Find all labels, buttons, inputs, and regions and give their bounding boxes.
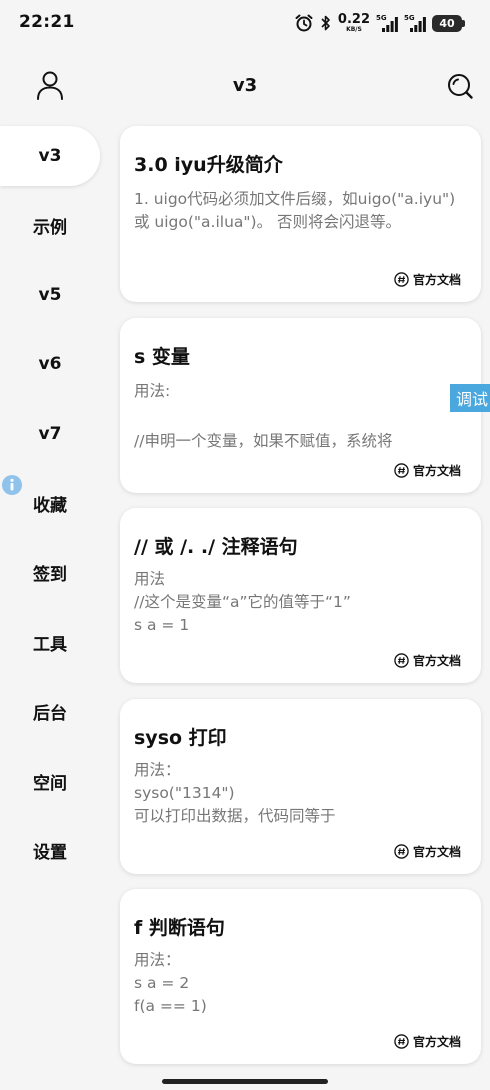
- hash-icon: [394, 653, 409, 668]
- card-body: 用法: //申明一个变量，如果不赋值，系统将: [134, 379, 464, 454]
- card-body: 用法： syso("1314") 可以打印出数据，代码同等于: [134, 759, 464, 828]
- sidebar-item-label: 工具: [33, 634, 67, 655]
- sidebar-item-label: 后台: [33, 703, 67, 724]
- card-title: s 变量: [134, 346, 190, 368]
- home-indicator[interactable]: [162, 1079, 328, 1084]
- signal-sim1: 5G: [376, 14, 398, 32]
- card-body-text: 1. uigo代码必须加文件后缀，如uigo("a.iyu") 或 uigo("…: [134, 190, 456, 231]
- sidebar-item-v3[interactable]: v3: [0, 126, 100, 186]
- hash-icon: [394, 272, 409, 287]
- official-docs-label: 官方文档: [412, 273, 461, 287]
- doc-card[interactable]: syso 打印 用法： syso("1314") 可以打印出数据，代码同等于 官…: [120, 699, 481, 874]
- page-title: v3: [232, 75, 258, 96]
- status-time: 22:21: [19, 12, 75, 32]
- battery-level: 40: [439, 16, 455, 30]
- sidebar-item-v5[interactable]: v5: [0, 265, 100, 325]
- official-docs-link[interactable]: 官方文档: [394, 843, 461, 860]
- doc-card[interactable]: 3.0 iyu升级简介 1. uigo代码必须加文件后缀，如uigo("a.iy…: [120, 126, 481, 302]
- card-body-line: syso("1314"): [134, 784, 235, 802]
- card-body-line: //申明一个变量，如果不赋值，系统将: [134, 432, 393, 450]
- official-docs-link[interactable]: 官方文档: [394, 1033, 461, 1050]
- card-body-line: 用法: [134, 570, 166, 588]
- app-header: v3: [0, 56, 490, 116]
- hash-icon: [394, 844, 409, 859]
- hash-icon: [394, 463, 409, 478]
- official-docs-label: 官方文档: [412, 464, 461, 478]
- official-docs-link[interactable]: 官方文档: [394, 462, 461, 479]
- sidebar-item-label: 设置: [33, 842, 67, 863]
- sidebar-item-label: 示例: [33, 217, 67, 238]
- hash-icon: [394, 1034, 409, 1049]
- sidebar-item-label: v7: [38, 424, 62, 444]
- debug-tab[interactable]: 调试: [450, 384, 490, 412]
- official-docs-link[interactable]: 官方文档: [394, 652, 461, 669]
- speed-unit: KB/S: [346, 26, 362, 33]
- status-icons: 0.22 KB/S 5G 5G 40: [294, 12, 465, 34]
- card-body-line: 用法：: [134, 951, 181, 969]
- card-body-line: 用法：: [134, 761, 181, 779]
- sidebar-item-label: v5: [38, 285, 62, 305]
- sidebar-item-label: 签到: [33, 564, 67, 585]
- sidebar-item-space[interactable]: 空间: [0, 751, 100, 811]
- sidebar-item-checkin[interactable]: 签到: [0, 542, 100, 602]
- official-docs-link[interactable]: 官方文档: [394, 271, 461, 288]
- doc-card[interactable]: // 或 /. ./ 注释语句 用法 //这个是变量“a”它的值等于“1” s …: [120, 508, 481, 683]
- sidebar-item-tools[interactable]: 工具: [0, 612, 100, 672]
- card-body-line: //这个是变量“a”它的值等于“1”: [134, 593, 351, 611]
- search-icon[interactable]: [446, 72, 474, 100]
- battery-icon: 40: [432, 14, 465, 32]
- card-body: 用法 //这个是变量“a”它的值等于“1” s a = 1: [134, 568, 464, 637]
- status-bar: 22:21 0.22 KB/S 5G 5G 40: [0, 0, 490, 48]
- sidebar-item-label: 收藏: [33, 495, 67, 516]
- card-body: 用法： s a = 2 f(a == 1): [134, 949, 464, 1018]
- sidebar-item-settings[interactable]: 设置: [0, 820, 100, 880]
- card-title: f 判断语句: [134, 917, 225, 939]
- signal-bars-icon: [382, 17, 398, 32]
- official-docs-label: 官方文档: [412, 1035, 461, 1049]
- speed-value: 0.22: [337, 12, 370, 27]
- card-title: 3.0 iyu升级简介: [134, 154, 283, 176]
- official-docs-label: 官方文档: [412, 654, 461, 668]
- bluetooth-icon: [321, 15, 330, 31]
- card-body-line: s a = 1: [134, 616, 190, 634]
- alarm-icon: [295, 14, 313, 32]
- sidebar-item-label: v3: [38, 146, 62, 166]
- card-title: syso 打印: [134, 727, 227, 749]
- signal-sim2: 5G: [404, 14, 426, 32]
- card-title: // 或 /. ./ 注释语句: [134, 536, 298, 558]
- signal-bars-icon: [410, 17, 426, 32]
- official-docs-label: 官方文档: [412, 845, 461, 859]
- info-icon[interactable]: [2, 475, 22, 495]
- network-speed: 0.22 KB/S: [338, 13, 370, 33]
- sidebar-item-v6[interactable]: v6: [0, 334, 100, 394]
- card-body-line: [134, 404, 464, 429]
- sidebar-item-v7[interactable]: v7: [0, 404, 100, 464]
- card-body: 1. uigo代码必须加文件后缀，如uigo("a.iyu") 或 uigo("…: [134, 188, 464, 234]
- card-body-line: 用法:: [134, 382, 171, 400]
- sidebar-item-examples[interactable]: 示例: [0, 195, 100, 255]
- card-body-line: 可以打印出数据，代码同等于: [134, 807, 336, 825]
- sidebar-item-backend[interactable]: 后台: [0, 681, 100, 741]
- card-body-line: f(a == 1): [134, 997, 207, 1015]
- sidebar-item-label: 空间: [33, 773, 67, 794]
- doc-card[interactable]: f 判断语句 用法： s a = 2 f(a == 1) 官方文档: [120, 889, 481, 1064]
- card-body-line: s a = 2: [134, 974, 190, 992]
- doc-card[interactable]: s 变量 用法: //申明一个变量，如果不赋值，系统将 官方文档: [120, 318, 481, 493]
- sidebar-item-label: v6: [38, 354, 62, 374]
